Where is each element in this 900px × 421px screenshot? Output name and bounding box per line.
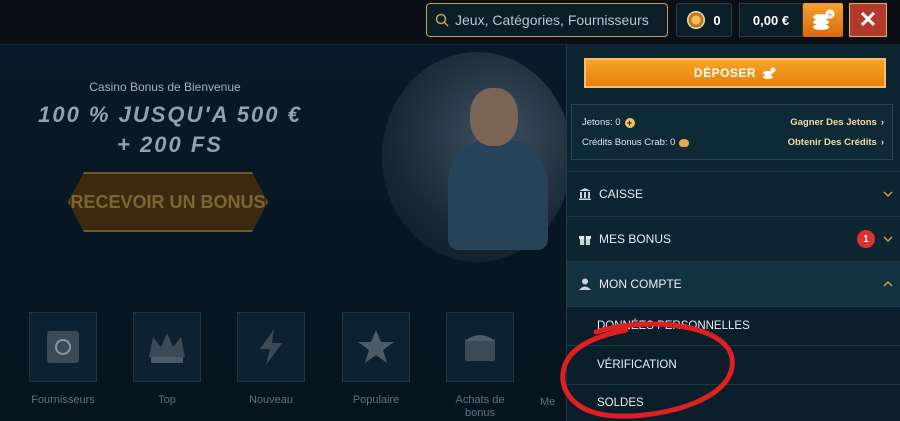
earn-jetons-link[interactable]: Gagner Des Jetons › [790, 117, 884, 128]
menu-item-label: MON COMPTE [599, 277, 682, 291]
category-partial[interactable]: Me [540, 312, 566, 409]
category-nouveau[interactable]: Nouveau [236, 312, 306, 407]
category-label: Populaire [352, 394, 400, 406]
gift-icon [579, 236, 591, 245]
coin-icon [687, 11, 706, 29]
category-label: Nouveau [248, 394, 294, 406]
credits-info: Crédits Bonus Crab: 0 [582, 137, 690, 148]
hero-title: 100 % JUSQU'A 500 € + 200 FS [0, 100, 340, 160]
category-label: Achats de bonus [455, 394, 505, 419]
deposit-button[interactable]: DÉPOSER [584, 58, 886, 88]
plus-icon[interactable]: + [624, 117, 635, 128]
get-credits-link[interactable]: Obtenir Des Crédits › [788, 137, 884, 148]
search-input[interactable]: Jeux, Catégories, Fournisseurs [426, 3, 668, 37]
close-icon: ✕ [858, 7, 878, 32]
coins-counter[interactable]: 0 [676, 3, 732, 37]
jetons-info: Jetons: 0 + [582, 117, 635, 128]
receive-bonus-button[interactable]: RECEVOIR UN BONUS [68, 172, 268, 232]
safe-icon [47, 331, 79, 363]
category-populaire[interactable]: Populaire [341, 312, 411, 407]
crab-icon [679, 138, 690, 147]
category-bar: Fournisseurs Top Nouveau Populaire Achat… [0, 312, 566, 421]
crown-icon [149, 333, 185, 363]
submenu-item-verification[interactable]: VÉRIFICATION [567, 345, 900, 384]
wallet-button[interactable]: + [803, 3, 843, 37]
submenu-item-donnees-personnelles[interactable]: DONNÉES PERSONNELLES [567, 306, 900, 345]
chevron-right-icon: › [880, 117, 884, 128]
category-fournisseurs[interactable]: Fournisseurs [28, 312, 98, 407]
hero-character-body [448, 140, 548, 250]
bank-icon [579, 188, 591, 200]
get-credits-label: Obtenir Des Crédits [787, 137, 877, 148]
chevron-up-icon [883, 280, 893, 287]
coins-count: 0 [713, 12, 721, 28]
category-top[interactable]: Top [132, 312, 202, 407]
menu-item-caisse[interactable]: CAISSE [567, 171, 900, 216]
category-achats-de-bonus[interactable]: Achats de bonus [445, 312, 515, 420]
chest-icon [465, 335, 495, 361]
category-label: Top [158, 394, 176, 406]
menu-item-label: CAISSE [599, 187, 644, 201]
submenu-item-label: VÉRIFICATION [597, 359, 677, 371]
submenu-item-label: SOLDES [597, 397, 644, 409]
hero-title-line1: 100 % JUSQU'A 500 € [38, 102, 302, 127]
top-bar: Jeux, Catégories, Fournisseurs 0 0,00 € … [0, 0, 900, 45]
chevron-down-icon [883, 236, 893, 243]
chevron-right-icon: › [880, 137, 884, 148]
jetons-label: Jetons: 0 [582, 117, 621, 128]
earn-jetons-label: Gagner Des Jetons [790, 117, 877, 128]
menu-item-mes-bonus[interactable]: MES BONUS 1 [567, 216, 900, 261]
credits-label: Crédits Bonus Crab: 0 [582, 137, 676, 148]
submenu-item-label: DONNÉES PERSONNELLES [597, 320, 750, 332]
search-icon [435, 13, 449, 27]
lightning-icon [260, 329, 282, 365]
category-label: Fournisseurs [31, 394, 95, 406]
coins-stack-icon: + [813, 9, 835, 30]
menu-item-label: MES BONUS [599, 232, 672, 246]
balance-display[interactable]: 0,00 € [739, 3, 803, 37]
category-label: Me [540, 396, 556, 408]
coins-icon [763, 67, 776, 79]
account-side-panel: DÉPOSER Jetons: 0 + Gagner Des Jetons › … [566, 44, 900, 421]
balance-value: 0,00 € [752, 12, 790, 28]
user-icon [579, 278, 591, 290]
menu-item-mon-compte[interactable]: MON COMPTE [567, 261, 900, 306]
notification-badge: 1 [857, 230, 875, 248]
star-icon [358, 330, 394, 363]
rewards-box: Jetons: 0 + Gagner Des Jetons › Crédits … [571, 104, 893, 160]
hero-subtitle: Casino Bonus de Bienvenue [89, 80, 241, 94]
hero-character-head [470, 88, 518, 146]
search-placeholder: Jeux, Catégories, Fournisseurs [455, 12, 649, 28]
hero-title-line2: + 200 FS [117, 132, 223, 157]
svg-text:+: + [827, 11, 833, 19]
chevron-down-icon [883, 191, 893, 198]
deposit-label: DÉPOSER [693, 66, 757, 80]
submenu-item-soldes[interactable]: SOLDES [567, 384, 900, 421]
close-button[interactable]: ✕ [849, 3, 887, 37]
